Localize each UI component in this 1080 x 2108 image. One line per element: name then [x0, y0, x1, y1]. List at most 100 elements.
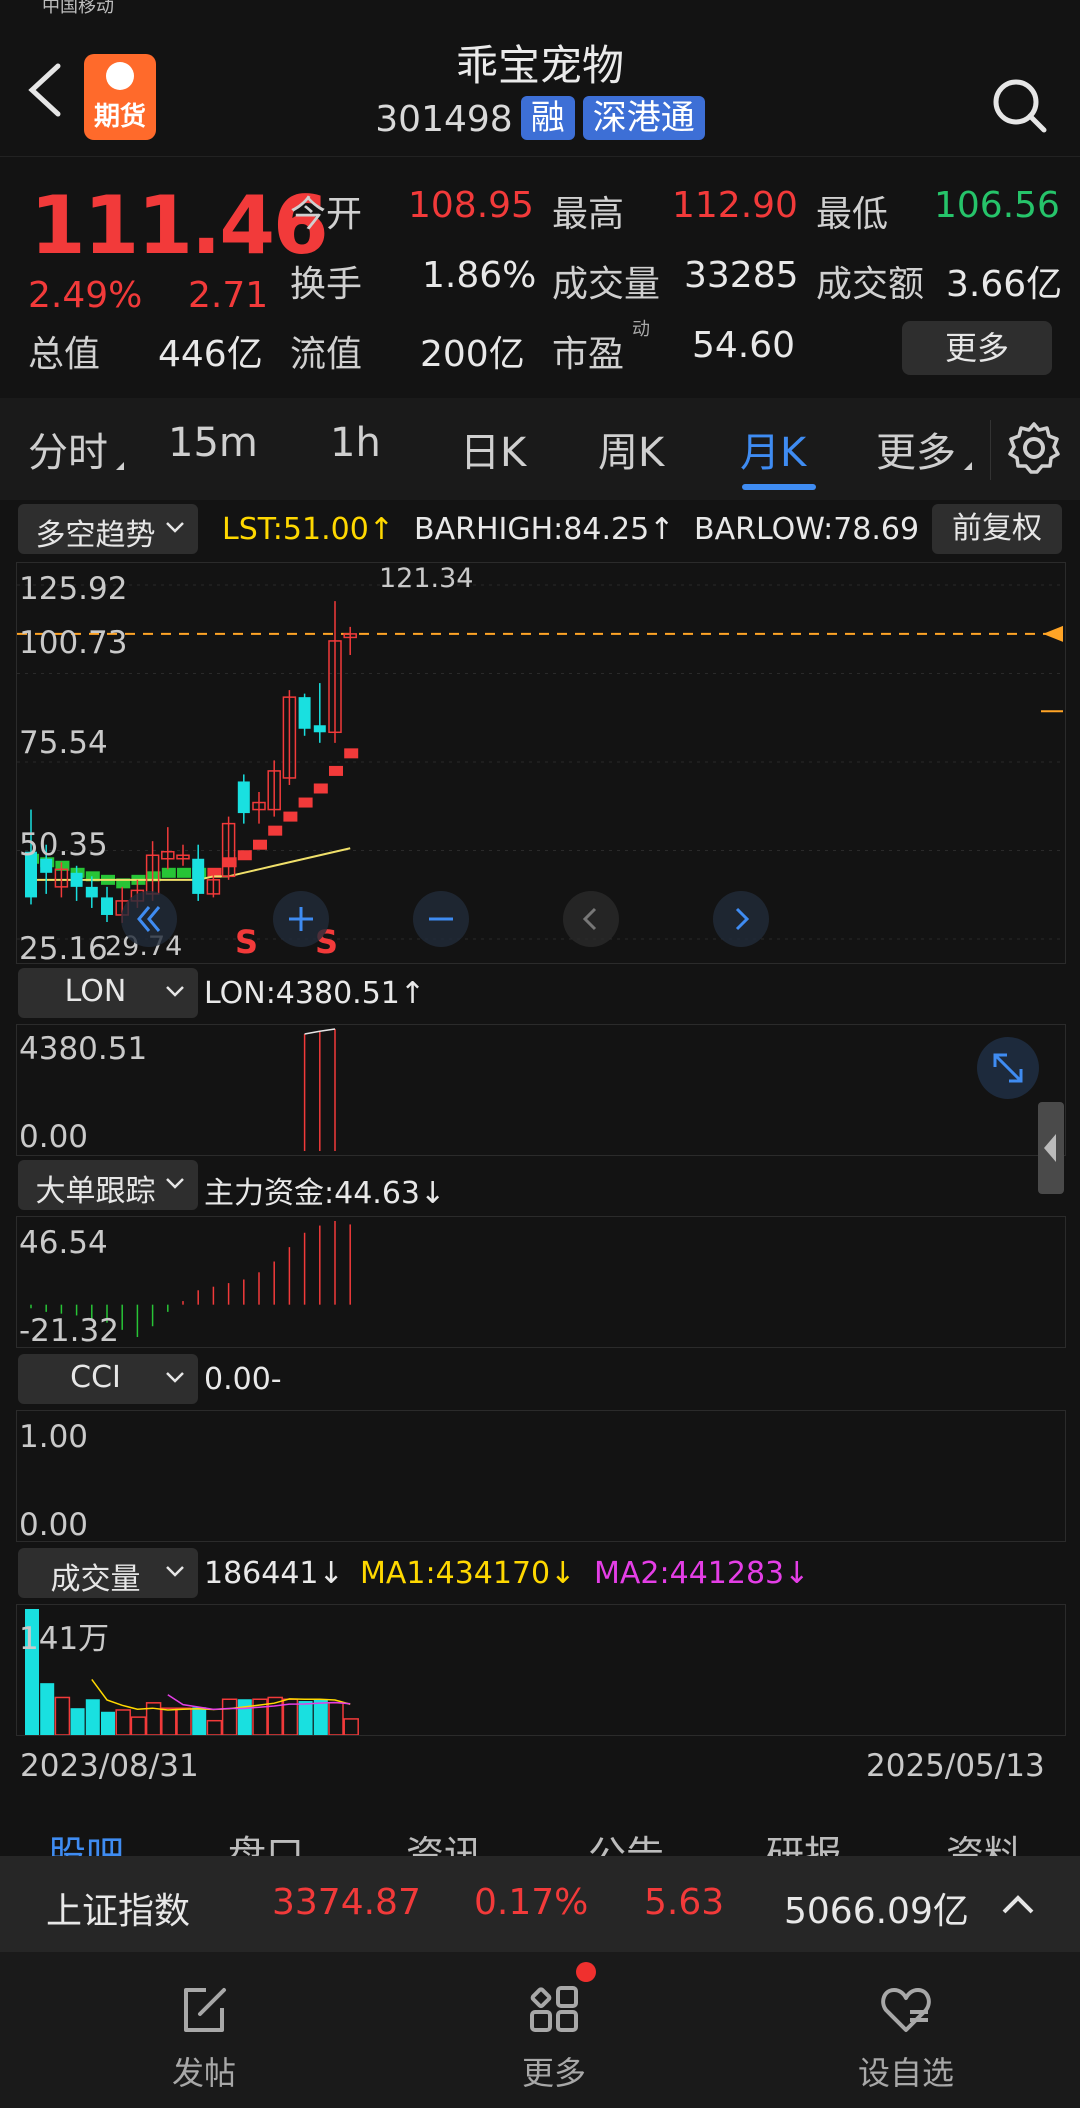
tab-daily[interactable]: 日K	[460, 420, 526, 478]
trend-step	[283, 811, 298, 822]
nav-post-label: 发帖	[171, 2054, 236, 2092]
tab-more[interactable]: 更多	[876, 420, 956, 478]
tab-news[interactable]: 资讯	[406, 1824, 482, 1856]
big-order-y-bottom: -21.32	[19, 1313, 119, 1349]
tab-intraday[interactable]: 分时	[28, 420, 108, 478]
volume-bar	[85, 1699, 100, 1735]
cci-value: 0.00-	[204, 1362, 282, 1397]
tag-margin[interactable]: 融	[520, 96, 575, 140]
volume-bar	[54, 1696, 71, 1735]
y-label-4: 50.35	[19, 827, 108, 863]
barhigh-value: BARHIGH:84.25↑	[414, 512, 675, 547]
volume-indicator-selector[interactable]: 成交量	[18, 1548, 198, 1598]
change-percent: 2.49%	[28, 275, 143, 316]
candle-body	[85, 886, 98, 898]
tab-more-dropdown-icon	[964, 462, 972, 470]
open-value: 108.95	[408, 185, 534, 226]
more-quote-button[interactable]: 更多	[902, 321, 1052, 375]
heart-list-icon	[881, 1988, 931, 2032]
trend-step	[253, 839, 267, 850]
trend-step	[344, 748, 359, 759]
active-tab-indicator	[742, 484, 816, 490]
open-label: 今开	[290, 194, 363, 235]
barlow-value: BARLOW:78.69	[694, 512, 920, 547]
tab-announcements[interactable]: 公告	[588, 1824, 664, 1856]
gear-icon[interactable]	[1006, 420, 1062, 476]
period-tabs: 分时 15m 1h 日K 周K 月K 更多	[0, 398, 1080, 500]
volume-y-top: 141万	[19, 1621, 110, 1657]
tab-forum[interactable]: 股吧	[48, 1824, 124, 1856]
turnover-value: 1.86%	[422, 255, 537, 296]
volume-bar	[328, 1702, 344, 1735]
index-ticker[interactable]: 上证指数 3374.87 0.17% 5.63 5066.09亿	[0, 1856, 1080, 1952]
nav-more-label: 更多	[521, 2054, 586, 2092]
volume-bar	[101, 1711, 115, 1735]
trend-indicator-label: 多空趋势	[35, 518, 156, 553]
lon-indicator-selector[interactable]: LON	[18, 968, 198, 1018]
big-order-y-top: 46.54	[19, 1225, 108, 1261]
chevron-down-icon	[166, 1372, 184, 1383]
cci-y-bottom: 0.00	[19, 1507, 89, 1543]
nav-watchlist[interactable]: 设自选	[826, 1982, 986, 2094]
volume-panel[interactable]: 141万	[16, 1604, 1066, 1736]
rewind-icon[interactable]	[119, 889, 179, 949]
zoom-in-icon[interactable]	[271, 889, 331, 949]
big-order-indicator-selector[interactable]: 大单跟踪	[18, 1160, 198, 1210]
search-icon[interactable]	[990, 76, 1050, 136]
trend-step	[161, 867, 176, 878]
volume-bar	[206, 1719, 223, 1735]
pe-dynamic-sup: 动	[632, 319, 650, 340]
zoom-out-icon[interactable]	[411, 889, 471, 949]
y-label-top: 125.92	[19, 571, 128, 607]
tab-research[interactable]: 研报	[766, 1824, 842, 1856]
volume-label: 成交量	[552, 264, 661, 305]
y-label-bottom: 25.16	[19, 931, 108, 967]
current-price-marker	[1043, 625, 1063, 642]
tab-profile[interactable]: 资料	[946, 1824, 1022, 1856]
chevron-up-icon[interactable]	[998, 1886, 1038, 1922]
big-order-panel[interactable]: 46.54 -21.32	[16, 1216, 1066, 1349]
adjust-price-button[interactable]: 前复权	[932, 504, 1062, 554]
side-drawer-handle[interactable]	[1038, 1102, 1064, 1194]
chevron-down-icon	[166, 522, 184, 533]
volume-bar	[70, 1708, 85, 1735]
chevron-down-icon	[166, 1178, 184, 1189]
index-percent: 0.17%	[474, 1882, 589, 1923]
volume-bar	[40, 1683, 55, 1735]
tab-weekly[interactable]: 周K	[598, 420, 664, 478]
tab-monthly[interactable]: 月K	[740, 420, 806, 478]
cci-panel[interactable]: 1.00 0.00	[16, 1410, 1066, 1543]
lon-panel[interactable]: 4380.51 0.00	[16, 1024, 1066, 1156]
big-order-indicator-label: 大单跟踪	[35, 1174, 156, 1209]
high-label: 最高	[552, 194, 625, 235]
lon-indicator-label: LON	[64, 974, 127, 1009]
volume-bar	[161, 1707, 177, 1735]
content-tabs: 股吧 盘口 资讯 公告 研报 资料	[0, 1796, 1080, 1856]
lon-chart	[303, 1028, 336, 1151]
tab-15m[interactable]: 15m	[168, 420, 258, 466]
volume-bar	[298, 1701, 313, 1735]
apps-grid-icon	[530, 1986, 578, 2032]
header: 期货 乖宝宠物 301498 融深港通	[0, 18, 1080, 156]
scroll-left-icon[interactable]	[561, 889, 621, 949]
volume-indicator-label: 成交量	[50, 1562, 141, 1597]
tag-connect[interactable]: 深港通	[582, 96, 705, 140]
tab-orderbook[interactable]: 盘口	[228, 1824, 304, 1856]
index-amount: 5066.09亿	[784, 1891, 969, 1932]
scroll-right-icon[interactable]	[711, 889, 771, 949]
high-value: 112.90	[672, 185, 798, 226]
volume-bar	[221, 1698, 238, 1735]
cci-indicator-selector[interactable]: CCI	[18, 1354, 198, 1404]
low-label: 最低	[816, 194, 889, 235]
volume-bar	[130, 1716, 147, 1735]
lst-value: LST:51.00↑	[222, 512, 394, 547]
volume-ma1: MA1:434170↓	[360, 1556, 576, 1591]
nav-post[interactable]: 发帖	[124, 1982, 284, 2094]
nav-more[interactable]: 更多	[474, 1982, 634, 2094]
tab-1h[interactable]: 1h	[330, 420, 381, 466]
market-cap-value: 446亿	[158, 334, 263, 375]
candlestick-panel[interactable]: 125.92 100.73 75.54 50.35 25.16 121.34 2…	[16, 562, 1066, 967]
expand-icon[interactable]	[975, 1035, 1041, 1101]
trend-indicator-selector[interactable]: 多空趋势	[18, 504, 198, 554]
last-price: 111.46	[30, 179, 329, 272]
